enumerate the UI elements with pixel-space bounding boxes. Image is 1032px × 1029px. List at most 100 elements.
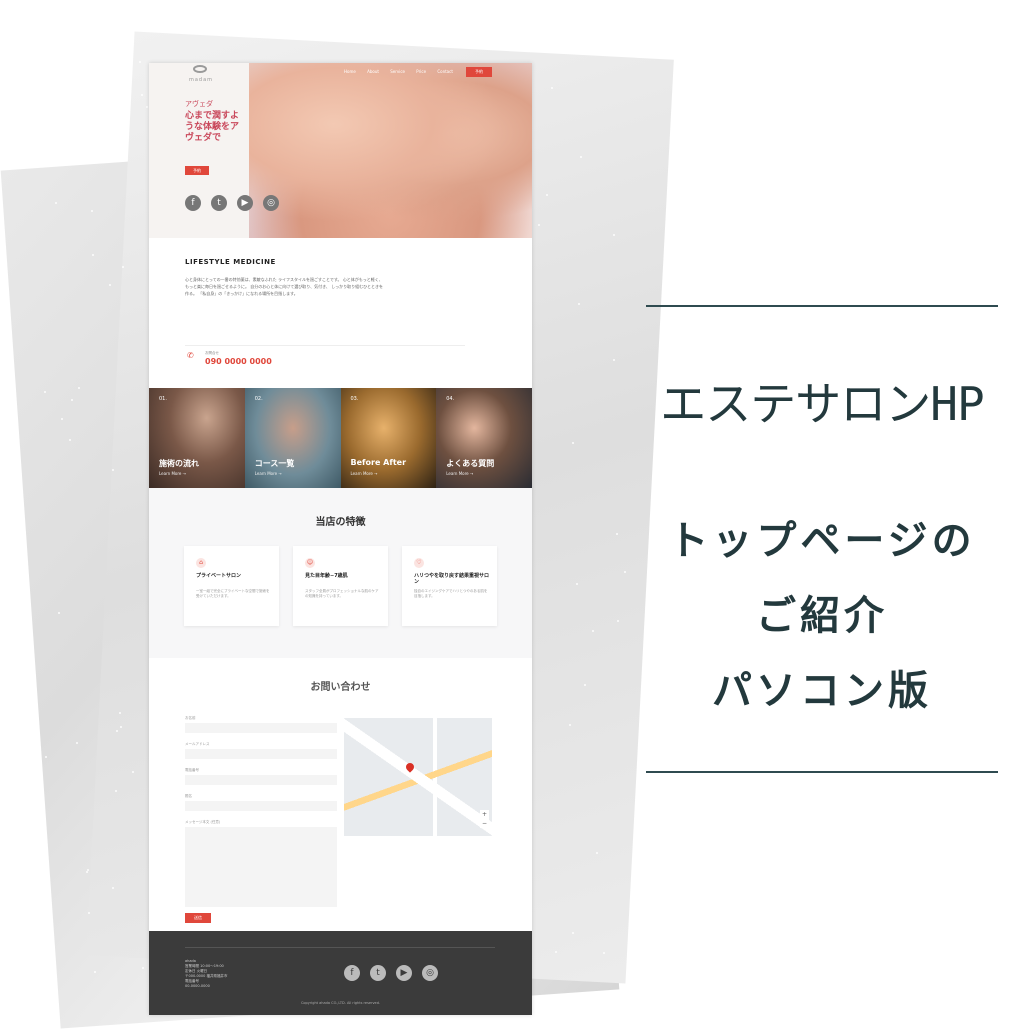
tile-treatment-flow[interactable]: 01. 施術の流れ Learn More → <box>149 388 245 488</box>
lifestyle-section: LIFESTYLE MEDICINE 心と身体にとっての一番の特効薬は、素敵なふ… <box>149 238 532 388</box>
card-title: 見た目年齢−7歳肌 <box>305 573 348 579</box>
card-text: スタッフ全員がプロフェッショナルな肌のケアの知識を持っています。 <box>305 589 379 598</box>
map-pin-icon <box>404 761 416 773</box>
tile-number: 03. <box>350 396 359 402</box>
features-title: 当店の特徴 <box>315 517 366 528</box>
tile-faq[interactable]: 04. よくある質問 Learn More → <box>436 388 532 488</box>
map-zoom-control[interactable]: + − <box>480 810 489 828</box>
nav-item-about[interactable]: About <box>367 69 379 74</box>
footer-social-links: f t ▶ ◎ <box>344 965 438 981</box>
logo-icon[interactable] <box>193 65 207 73</box>
panel-line-2: ご紹介 <box>756 593 888 639</box>
tile-learn-more[interactable]: Learn More → <box>255 471 282 476</box>
sparkle-speck <box>45 755 48 758</box>
youtube-icon[interactable]: ▶ <box>237 195 253 211</box>
heart-icon: ♡ <box>414 558 424 568</box>
tile-label: よくある質問 <box>446 459 495 468</box>
sparkle-speck <box>555 950 558 953</box>
phone-field[interactable] <box>185 775 337 785</box>
nav-item-price[interactable]: Price <box>416 69 426 74</box>
sparkle-speck <box>87 912 90 915</box>
subject-field[interactable] <box>185 801 337 811</box>
panel-line-1: トップページの <box>668 518 976 564</box>
lifestyle-text: 心と身体にとっての一番の特効薬は、素敵なふれた ライフスタイルを過ごすことです。… <box>185 277 383 296</box>
instagram-icon[interactable]: ◎ <box>263 195 279 211</box>
tile-course-list[interactable]: 02. コース一覧 Learn More → <box>244 388 341 488</box>
tile-before-after[interactable]: 03. Before After Learn More → <box>340 388 437 488</box>
sparkle-speck <box>89 79 92 82</box>
tile-learn-more[interactable]: Learn More → <box>446 471 473 476</box>
nav-item-contact[interactable]: Contact <box>437 69 453 74</box>
tile-learn-more[interactable]: Learn More → <box>159 471 186 476</box>
youtube-icon[interactable]: ▶ <box>396 965 412 981</box>
divider <box>185 345 465 346</box>
sparkle-speck <box>596 851 599 854</box>
phone-field-label: 電話番号 <box>185 768 199 772</box>
tile-label: 施術の流れ <box>159 459 199 468</box>
instagram-icon[interactable]: ◎ <box>422 965 438 981</box>
sparkle-speck <box>54 202 57 205</box>
sparkle-speck <box>583 683 586 686</box>
card-title: プライベートサロン <box>196 573 242 579</box>
feature-card: ⌂ プライベートサロン 一室一組で完全にプライベートな空間で施術を受けていただけ… <box>184 546 279 626</box>
subject-label: 題名 <box>185 794 192 798</box>
nav-item-home[interactable]: Home <box>344 69 356 74</box>
submit-button[interactable]: 送信 <box>185 913 211 923</box>
tile-label: コース一覧 <box>254 459 295 468</box>
message-label: メッセージ本文 (任意) <box>185 820 221 824</box>
tile-number: 01. <box>159 396 167 402</box>
sparkle-speck <box>89 122 92 125</box>
sparkle-speck <box>121 265 124 268</box>
hero-section: madam Home About Service Price Contact 予… <box>149 63 532 238</box>
phone-icon: ✆ <box>187 351 194 360</box>
divider <box>185 947 495 948</box>
copyright: Copyright ahada CO.,LTD. All rights rese… <box>300 1001 381 1005</box>
site-logo[interactable]: madam <box>189 77 213 83</box>
twitter-icon[interactable]: t <box>370 965 386 981</box>
sparkle-speck <box>115 789 118 792</box>
feature-card: ♡ ハリつやを取り戻す結果重視サロン 独自のエイジングケアでハリとつやのある肌を… <box>402 546 497 626</box>
phone-number[interactable]: 090 0000 0000 <box>205 357 272 366</box>
contact-title: お問い合わせ <box>310 682 371 693</box>
location-map[interactable]: + − <box>344 718 492 836</box>
footer-info: ahada 営業時間 10:00〜19:00 定休日 火曜日 〒000-0000… <box>185 959 228 988</box>
sparkle-speck <box>61 417 64 420</box>
email-field[interactable] <box>185 749 337 759</box>
smile-icon: ☺ <box>305 558 315 568</box>
hero-eyebrow: アヴェダ <box>185 100 213 108</box>
title-rule-bottom <box>646 771 998 773</box>
sparkle-speck <box>592 629 595 632</box>
contact-section: お問い合わせ お名前 メールアドレス 電話番号 題名 メッセージ本文 (任意) … <box>149 658 532 931</box>
nav-item-service[interactable]: Service <box>390 69 405 74</box>
message-field[interactable] <box>185 827 337 907</box>
panel-title: エステサロンHP <box>660 377 984 431</box>
tile-label: Before After <box>350 458 407 467</box>
hero-social-links: f t ▶ ◎ <box>185 195 279 211</box>
twitter-icon[interactable]: t <box>211 195 227 211</box>
main-nav: Home About Service Price Contact <box>344 69 463 74</box>
hero-title: 心まで潤すような体験をアヴェダで <box>185 111 240 143</box>
service-tiles: 01. 施術の流れ Learn More → 02. コース一覧 Learn M… <box>149 388 532 488</box>
name-field[interactable] <box>185 723 337 733</box>
sparkle-speck <box>545 193 548 196</box>
card-text: 一室一組で完全にプライベートな空間で施術を受けていただけます。 <box>196 589 270 598</box>
facebook-icon[interactable]: f <box>344 965 360 981</box>
home-icon: ⌂ <box>196 558 206 568</box>
sparkle-speck <box>623 570 626 573</box>
hero-photo <box>249 63 532 238</box>
hero-reserve-button[interactable]: 予約 <box>185 166 209 175</box>
facebook-icon[interactable]: f <box>185 195 201 211</box>
nav-reserve-button[interactable]: 予約 <box>466 67 492 77</box>
tile-learn-more[interactable]: Learn More → <box>351 471 378 476</box>
name-label: お名前 <box>185 716 196 720</box>
phone-label: お問合せ <box>205 351 219 355</box>
title-rule-top <box>646 305 998 307</box>
tile-number: 04. <box>446 396 455 402</box>
panel-line-3: パソコン版 <box>712 668 932 714</box>
sparkle-speck <box>138 60 141 63</box>
site-footer: ahada 営業時間 10:00〜19:00 定休日 火曜日 〒000-0000… <box>149 931 532 1015</box>
sparkle-speck <box>91 253 94 256</box>
lifestyle-title: LIFESTYLE MEDICINE <box>185 258 276 266</box>
card-text: 独自のエイジングケアでハリとつやのある肌を目指します。 <box>414 589 488 598</box>
sparkle-speck <box>550 86 553 89</box>
